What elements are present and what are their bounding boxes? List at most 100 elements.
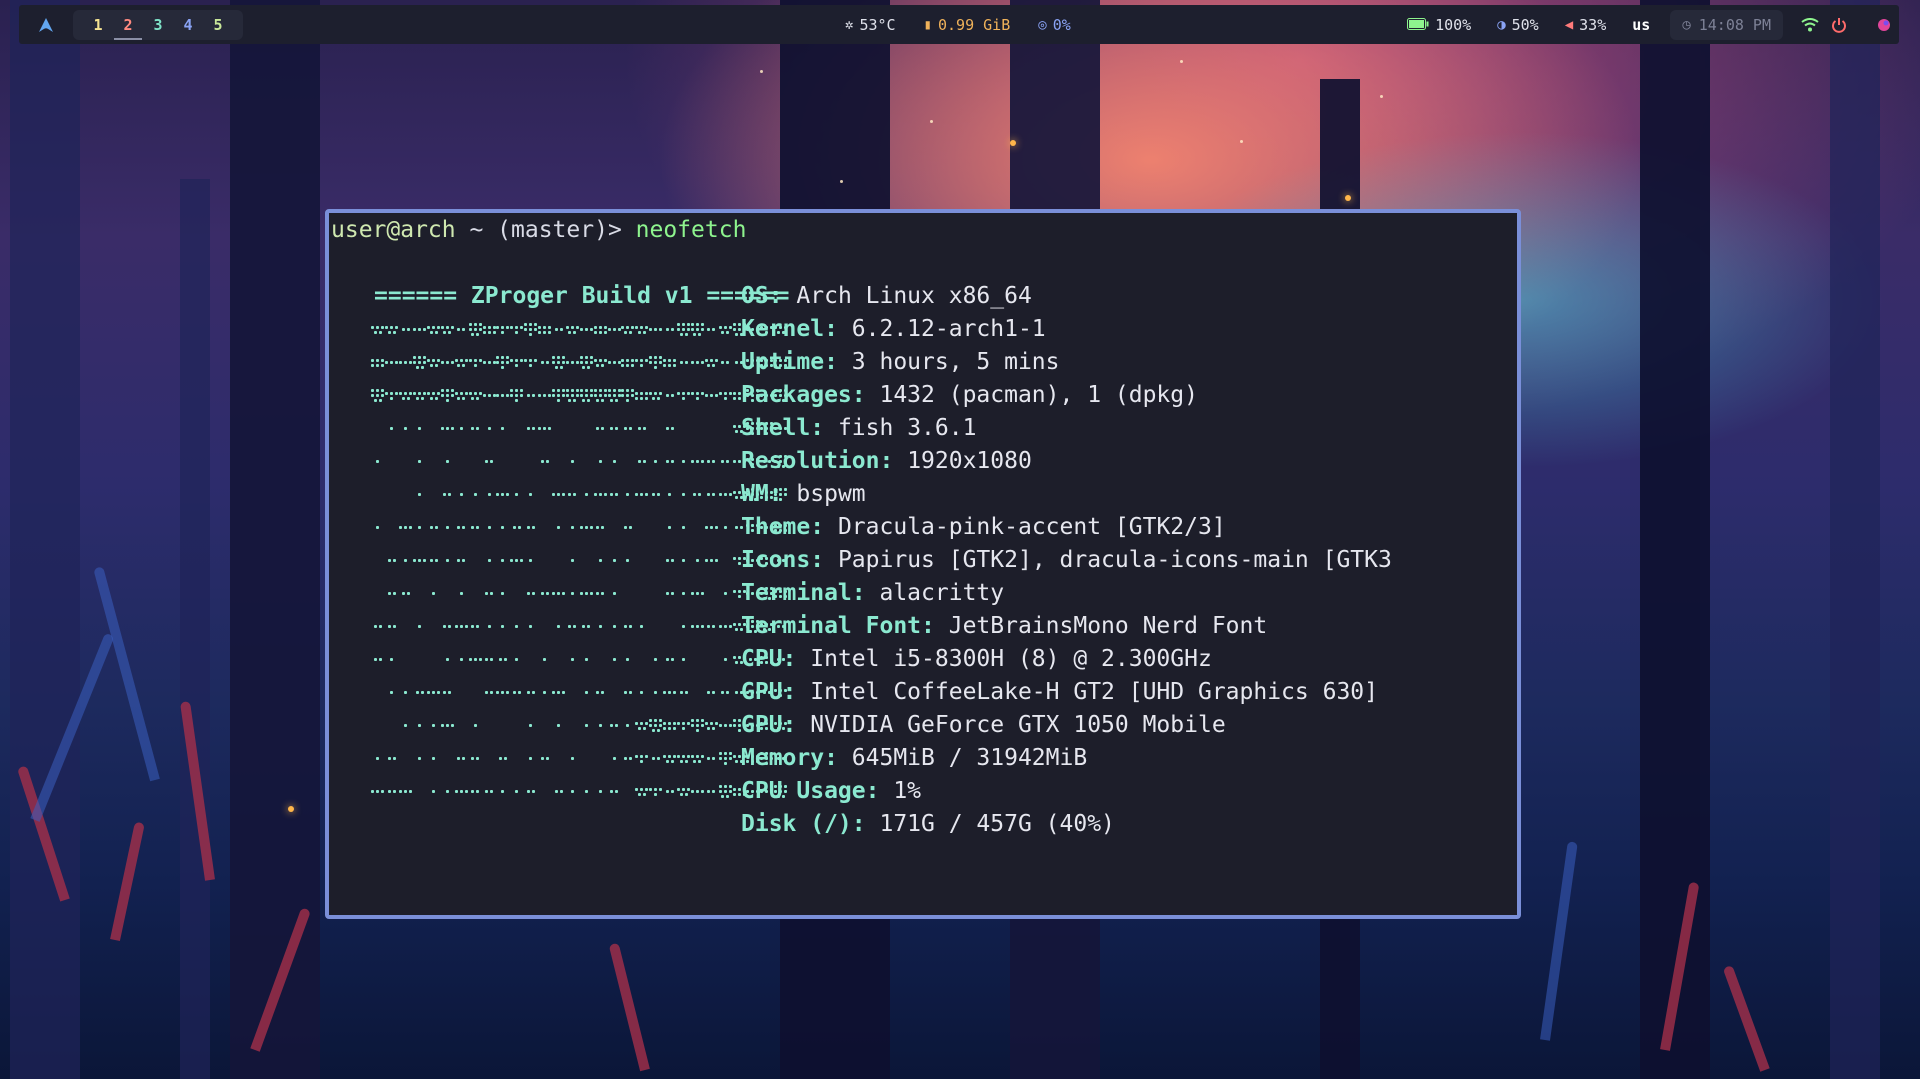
wifi-icon[interactable] <box>1801 17 1819 32</box>
info-row: Memory: 645MiB / 31942MiB <box>741 742 1087 775</box>
info-key: GPU <box>741 679 783 705</box>
workspace-3[interactable]: 3 <box>143 16 173 34</box>
status-bar: 1 2 3 4 5 ✲ 53°C ▮ 0.99 GiB ◎ 0% 100% ◑ … <box>19 5 1899 44</box>
terminal-window[interactable]: user@arch ~ (master)> neofetch ====== ZP… <box>325 209 1521 919</box>
info-separator: : <box>782 646 811 672</box>
palette-icon[interactable] <box>1877 18 1891 32</box>
temperature-module: ✲ 53°C <box>845 16 896 34</box>
info-key: Packages <box>741 382 852 408</box>
info-row: Uptime: 3 hours, 5 mins <box>741 346 1060 379</box>
prompt-user: user@arch <box>331 217 456 243</box>
battery-module: 100% <box>1407 16 1471 34</box>
info-key: Uptime <box>741 349 825 375</box>
ascii-art-row <box>371 445 788 478</box>
tree-silhouette <box>1640 0 1710 1079</box>
memory-chip-icon: ▮ <box>923 16 932 33</box>
info-separator: : <box>782 679 811 705</box>
info-key: Memory <box>741 745 825 771</box>
clock-module[interactable]: ◷ 14:08 PM <box>1670 9 1783 40</box>
ascii-art-row <box>371 709 788 742</box>
info-value: JetBrainsMono Nerd Font <box>948 613 1268 639</box>
firefly <box>288 806 294 812</box>
info-row: Packages: 1432 (pacman), 1 (dpkg) <box>741 379 1198 412</box>
info-value: 171G / 457G (40%) <box>879 811 1115 837</box>
info-value: Intel i5-8300H (8) @ 2.300GHz <box>810 646 1212 672</box>
prompt-line: user@arch ~ (master)> neofetch <box>331 214 746 247</box>
info-value: Dracula-pink-accent [GTK2/3] <box>837 514 1226 540</box>
info-value: bspwm <box>796 481 866 507</box>
ascii-art-row <box>371 643 788 676</box>
info-key: Icons <box>741 547 811 573</box>
info-key: WM <box>741 481 769 507</box>
tree-silhouette <box>1830 0 1880 1079</box>
clock-icon: ◷ <box>1682 16 1691 33</box>
brightness-icon: ◑ <box>1497 16 1506 33</box>
plant <box>1722 964 1770 1072</box>
ascii-art-row <box>371 775 788 808</box>
ascii-art-row <box>371 544 788 577</box>
keyboard-layout[interactable]: us <box>1632 16 1650 34</box>
info-separator: : <box>879 448 908 474</box>
info-key: Resolution <box>741 448 880 474</box>
star <box>1380 95 1383 98</box>
workspace-1[interactable]: 1 <box>83 16 113 34</box>
info-value: Intel CoffeeLake-H GT2 [UHD Graphics 630… <box>810 679 1378 705</box>
workspace-4[interactable]: 4 <box>173 16 203 34</box>
ascii-art-row <box>371 577 788 610</box>
info-row: Theme: Dracula-pink-accent [GTK2/3] <box>741 511 1226 544</box>
system-tray: 100% ◑ 50% ◀ 33% us ◷ 14:08 PM <box>1407 5 1899 44</box>
info-value: NVIDIA GeForce GTX 1050 Mobile <box>810 712 1226 738</box>
info-row: Shell: fish 3.6.1 <box>741 412 976 445</box>
ascii-art-logo <box>371 313 788 808</box>
tree-silhouette <box>180 179 210 1079</box>
info-key: GPU <box>741 712 783 738</box>
info-separator: : <box>851 811 880 837</box>
plant <box>93 566 160 782</box>
info-row: GPU: Intel CoffeeLake-H GT2 [UHD Graphic… <box>741 676 1378 709</box>
info-value: 1920x1080 <box>907 448 1032 474</box>
info-value: 1432 (pacman), 1 (dpkg) <box>879 382 1198 408</box>
memory-module: ▮ 0.99 GiB <box>924 16 1011 34</box>
star <box>840 180 843 183</box>
info-key: OS <box>741 283 769 309</box>
star <box>760 70 763 73</box>
memory-value: 0.99 GiB <box>938 15 1011 34</box>
firefly <box>1010 140 1016 146</box>
ascii-art-row <box>371 478 788 511</box>
arch-logo-icon[interactable] <box>19 17 73 33</box>
info-row: OS: Arch Linux x86_64 <box>741 280 1032 313</box>
power-icon[interactable] <box>1831 17 1847 33</box>
info-key: Kernel <box>741 316 825 342</box>
volume-module[interactable]: ◀ 33% <box>1565 16 1607 34</box>
info-value: fish 3.6.1 <box>837 415 977 441</box>
info-row: CPU: Intel i5-8300H (8) @ 2.300GHz <box>741 643 1212 676</box>
plant <box>1540 841 1578 1041</box>
info-key: Theme <box>741 514 811 540</box>
battery-full-icon <box>1407 16 1429 34</box>
brightness-module[interactable]: ◑ 50% <box>1497 16 1539 34</box>
tree-silhouette <box>10 0 80 1079</box>
ascii-art-row <box>371 313 788 346</box>
info-row: Terminal Font: JetBrainsMono Nerd Font <box>741 610 1267 643</box>
info-separator: : <box>824 316 852 342</box>
info-key: CPU Usage <box>741 778 866 804</box>
workspace-2[interactable]: 2 <box>113 16 143 40</box>
star <box>1240 140 1243 143</box>
info-separator: : <box>851 580 880 606</box>
volume-value: 33% <box>1579 15 1607 34</box>
info-separator: : <box>768 283 797 309</box>
battery-value: 100% <box>1435 15 1472 34</box>
firefly <box>1345 195 1351 201</box>
ascii-art-row <box>371 412 788 445</box>
info-row: WM: bspwm <box>741 478 866 511</box>
cpu-module: ◎ 0% <box>1038 16 1071 34</box>
workspace-5[interactable]: 5 <box>203 16 233 34</box>
ascii-art-row <box>371 742 788 775</box>
info-value: alacritty <box>879 580 1005 606</box>
ascii-art-row <box>371 379 788 412</box>
brightness-value: 50% <box>1511 15 1539 34</box>
clock-value: 14:08 PM <box>1698 15 1771 34</box>
info-key: Disk (/) <box>741 811 852 837</box>
info-key: CPU <box>741 646 783 672</box>
info-separator: : <box>851 382 880 408</box>
